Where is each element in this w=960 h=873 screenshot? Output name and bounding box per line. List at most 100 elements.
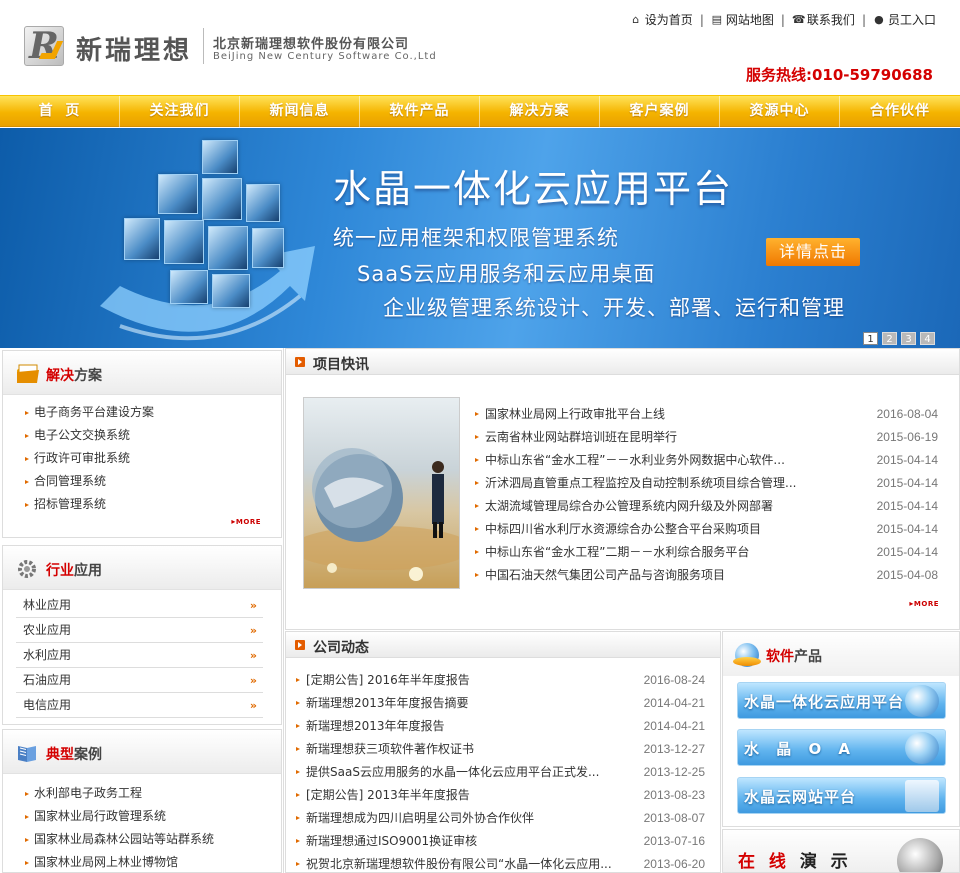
staff-entry-link[interactable]: ● 员工入口 (873, 11, 936, 28)
list-item[interactable]: 云南省林业网站群培训班在昆明举行 2015-06-19 (474, 426, 938, 449)
nav-news[interactable]: 新闻信息 (240, 96, 360, 127)
list-item[interactable]: 招标管理系统 (23, 493, 281, 516)
list-item[interactable]: 祝贺北京新瑞理想软件股份有限公司“水晶一体化云应用... 2013-06-20 (295, 853, 705, 873)
list-item[interactable]: 行政许可审批系统 (23, 447, 281, 470)
site-header: R 新瑞理想 北京新瑞理想软件股份有限公司 BeiJing New Centur… (0, 0, 960, 95)
banner-title: 水晶一体化云应用平台 (333, 167, 734, 211)
list-item[interactable]: 中标四川省水利厅水资源综合办公整合平台采购项目 2015-04-14 (474, 518, 938, 541)
sitemap-label: 网站地图 (725, 13, 774, 27)
sitemap-link[interactable]: ▤ 网站地图 (711, 11, 774, 28)
contact-us-link[interactable]: ☎ 联系我们 (792, 11, 855, 28)
product-crystal-oa[interactable]: 水 晶 O A (737, 729, 946, 766)
news-title: 中国石油天然气集团公司产品与咨询服务项目 (485, 568, 726, 582)
list-item[interactable]: 新瑞理想成为四川启明星公司外协合作伙伴 2013-08-07 (295, 807, 705, 830)
nav-software-products[interactable]: 软件产品 (360, 96, 480, 127)
nav-resource-center[interactable]: 资源中心 (720, 96, 840, 127)
list-item[interactable]: 沂沭泗局直管重点工程监控及自动控制系统项目综合管理... 2015-04-14 (474, 472, 938, 495)
list-item[interactable]: 新瑞理想通过ISO9001换证审核 2013-07-16 (295, 830, 705, 853)
software-products-header: 软件产品 (723, 632, 959, 676)
set-homepage-link[interactable]: ⌂ 设为首页 (630, 11, 693, 28)
list-item[interactable]: 农业应用 » (16, 618, 263, 643)
banner-page-3[interactable]: 3 (901, 332, 916, 345)
nav-customer-cases[interactable]: 客户案例 (600, 96, 720, 127)
online-demo-banner[interactable]: 在 线 演 示 (722, 829, 960, 873)
gear-icon (18, 560, 36, 578)
project-news-panel: 项目快讯 国家林业局网上行政审批平台上线 2016-08-04 云南省林业网站群培… (285, 348, 960, 630)
nav-follow-us[interactable]: 关注我们 (120, 96, 240, 127)
home-icon: ⌂ (632, 12, 640, 26)
list-item[interactable]: 国家林业局森林公园站等站群系统 (23, 828, 281, 851)
product-crystal-website-platform[interactable]: 水晶云网站平台 (737, 777, 946, 814)
list-item[interactable]: 提供SaaS云应用服务的水晶一体化云应用平台正式发... 2013-12-25 (295, 761, 705, 784)
project-news-list: 国家林业局网上行政审批平台上线 2016-08-04 云南省林业网站群培训班在昆明… (474, 403, 938, 587)
news-date: 2015-04-14 (876, 476, 938, 490)
list-item[interactable]: 国家林业局网上林业博物馆 (23, 851, 281, 873)
nav-solutions[interactable]: 解决方案 (480, 96, 600, 127)
banner-details-button[interactable]: 详情点击 (766, 238, 860, 266)
solutions-panel: 解决方案 电子商务平台建设方案 电子公文交换系统 行政许可审批系统 合同管理系统… (2, 350, 282, 538)
news-date: 2016-08-24 (643, 673, 705, 687)
list-item[interactable]: 中国石油天然气集团公司产品与咨询服务项目 2015-04-08 (474, 564, 938, 587)
list-item[interactable]: 国家林业局网上行政审批平台上线 2016-08-04 (474, 403, 938, 426)
cases-title: 典型案例 (46, 747, 102, 763)
list-item[interactable]: 电信应用 » (16, 693, 263, 718)
banner-page-4[interactable]: 4 (920, 332, 935, 345)
news-title: 新瑞理想获三项软件著作权证书 (306, 742, 475, 756)
list-item[interactable]: 水利应用 » (16, 643, 263, 668)
hero-banner[interactable]: 水晶一体化云应用平台 统一应用框架和权限管理系统 SaaS云应用服务和云应用桌面… (0, 128, 960, 348)
news-date: 2016-08-04 (876, 407, 938, 421)
project-news-image (303, 397, 460, 589)
list-item[interactable]: [定期公告] 2016年半年度报告 2016-08-24 (295, 669, 705, 692)
list-item[interactable]: 中标山东省“金水工程”二期－－水利综合服务平台 2015-04-14 (474, 541, 938, 564)
list-item[interactable]: 水利部电子政务工程 (23, 782, 281, 805)
list-item[interactable]: 国家林业局行政管理系统 (23, 805, 281, 828)
list-item[interactable]: 电子商务平台建设方案 (23, 401, 281, 424)
company-news-panel: 公司动态 [定期公告] 2016年半年度报告 2016-08-24 新瑞理想201… (285, 631, 721, 873)
news-title: [定期公告] 2013年半年度报告 (306, 788, 470, 802)
news-title: 新瑞理想2013年年度报告摘要 (306, 696, 469, 710)
software-products-panel: 软件产品 水晶一体化云应用平台 水 晶 O A 水晶云网站平台 (722, 631, 960, 827)
industry-label: 林业应用 (23, 598, 72, 612)
industry-label: 石油应用 (23, 673, 72, 687)
header-divider (203, 28, 204, 64)
news-date: 2013-12-27 (643, 742, 705, 756)
news-title: 中标山东省“金水工程”－－水利业务外网数据中心软件... (485, 453, 785, 467)
list-item[interactable]: 新瑞理想2013年年度报告摘要 2014-04-21 (295, 692, 705, 715)
industry-label: 农业应用 (23, 623, 72, 637)
arrow-globe-icon (905, 685, 939, 717)
news-title: 国家林业局网上行政审批平台上线 (485, 407, 666, 421)
play-icon (295, 640, 305, 650)
list-item[interactable]: 太湖流域管理局综合办公管理系统内网升级及外网部署 2015-04-14 (474, 495, 938, 518)
list-item[interactable]: 林业应用 » (16, 593, 263, 618)
nav-home[interactable]: 首 页 (0, 96, 120, 127)
news-title: 新瑞理想2013年年度报告 (306, 719, 445, 733)
news-title: 云南省林业网站群培训班在昆明举行 (485, 430, 678, 444)
list-item[interactable]: 电子公文交换系统 (23, 424, 281, 447)
book-icon (18, 746, 36, 762)
banner-pagination: 1 2 3 4 (863, 332, 935, 345)
list-item[interactable]: 中标山东省“金水工程”－－水利业务外网数据中心软件... 2015-04-14 (474, 449, 938, 472)
company-news-title: 公司动态 (313, 640, 369, 656)
list-item[interactable]: 石油应用 » (16, 668, 263, 693)
banner-page-1[interactable]: 1 (863, 332, 878, 345)
company-logo[interactable]: R (24, 25, 64, 67)
news-date: 2015-04-14 (876, 522, 938, 536)
company-name-cn: 北京新瑞理想软件股份有限公司 (213, 37, 410, 52)
project-news-more-link[interactable]: MORE (909, 599, 939, 608)
list-item[interactable]: 合同管理系统 (23, 470, 281, 493)
industry-panel: 行业应用 林业应用 » 农业应用 » 水利应用 » 石油应用 » 电信应用 » (2, 545, 282, 725)
double-chevron-icon: » (249, 649, 257, 662)
list-item[interactable]: 新瑞理想获三项软件著作权证书 2013-12-27 (295, 738, 705, 761)
nav-partners[interactable]: 合作伙伴 (840, 96, 960, 127)
company-news-list: [定期公告] 2016年半年度报告 2016-08-24 新瑞理想2013年年度报… (295, 669, 705, 873)
list-item[interactable]: 新瑞理想2013年年度报告 2014-04-21 (295, 715, 705, 738)
list-item[interactable]: [定期公告] 2013年半年度报告 2013-08-23 (295, 784, 705, 807)
folder-icon (17, 364, 39, 383)
product-crystal-cloud-platform[interactable]: 水晶一体化云应用平台 (737, 682, 946, 719)
banner-page-2[interactable]: 2 (882, 332, 897, 345)
news-date: 2015-04-08 (876, 568, 938, 582)
cases-list: 水利部电子政务工程 国家林业局行政管理系统 国家林业局森林公园站等站群系统 国家… (3, 774, 281, 873)
news-date: 2015-04-14 (876, 545, 938, 559)
link-separator: | (861, 12, 866, 27)
solutions-more-link[interactable]: MORE (231, 517, 261, 526)
